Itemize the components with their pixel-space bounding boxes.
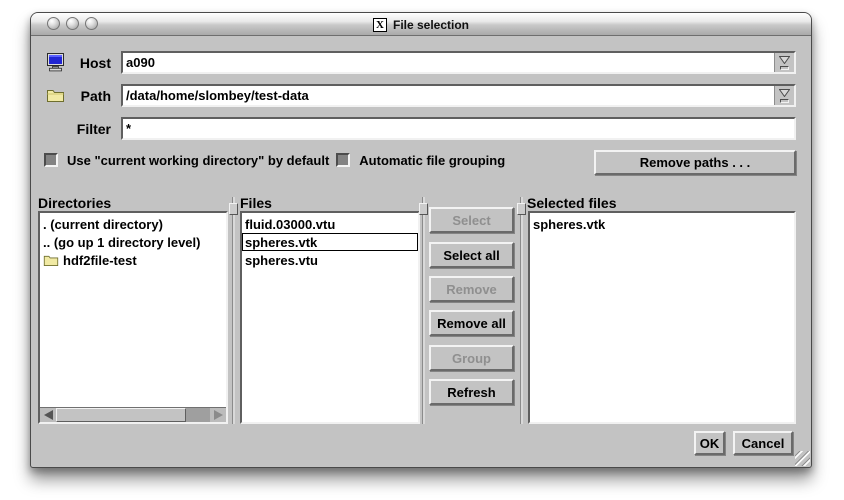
x11-icon: X [373,18,387,32]
file-selection-dialog: X File selection Host [30,12,812,468]
computer-icon [46,53,67,72]
list-item[interactable]: fluid.03000.vtu [242,215,418,233]
ok-button[interactable]: OK [694,431,725,455]
splitter-handle[interactable] [419,203,428,215]
scrollbar-track[interactable] [186,408,210,422]
auto-grouping-label: Automatic file grouping [359,153,505,168]
selected-files-list: spheres.vtk [528,211,796,424]
folder-icon [43,254,59,267]
splitter-handle[interactable] [517,203,526,215]
list-item-selected[interactable]: spheres.vtk [242,233,418,251]
list-item[interactable]: spheres.vtu [242,251,418,269]
filter-input[interactable] [123,119,794,138]
window-title: File selection [393,18,469,32]
horizontal-scrollbar[interactable] [40,407,226,422]
files-label: Files [240,195,272,211]
titlebar[interactable]: X File selection [31,13,811,36]
list-item[interactable]: hdf2file-test [40,251,226,269]
scrollbar-thumb[interactable] [56,408,186,422]
scroll-right-button[interactable] [210,408,226,422]
filter-row: Filter [46,117,796,140]
selected-files-label: Selected files [527,195,617,211]
path-dropdown-button[interactable] [774,86,794,105]
list-item[interactable]: spheres.vtk [530,215,794,233]
files-list: fluid.03000.vtu spheres.vtk spheres.vtu [240,211,420,424]
list-item[interactable]: .. (go up 1 directory level) [40,233,226,251]
splitter[interactable] [232,197,235,424]
host-input[interactable] [123,53,774,72]
use-cwd-checkbox[interactable] [44,153,58,167]
path-label: Path [71,88,121,104]
path-row: Path [46,84,796,107]
host-field-frame [121,51,796,74]
options-row: Use "current working directory" by defau… [44,151,505,169]
host-dropdown-button[interactable] [774,53,794,72]
folder-icon [46,86,67,105]
host-label: Host [71,55,121,71]
refresh-button[interactable]: Refresh [429,379,514,405]
select-button[interactable]: Select [429,207,514,233]
resize-grip[interactable] [795,451,810,466]
filter-field-frame [121,117,796,140]
chevron-down-icon [779,56,790,64]
list-item[interactable]: . (current directory) [40,215,226,233]
path-field-frame [121,84,796,107]
select-all-button[interactable]: Select all [429,242,514,268]
splitter[interactable] [422,197,425,424]
remove-paths-button[interactable]: Remove paths . . . [594,150,796,175]
arrow-right-icon [214,410,223,420]
group-button[interactable]: Group [429,345,514,371]
window-title-area: X File selection [31,13,811,36]
splitter-handle[interactable] [229,203,238,215]
arrow-left-icon [44,410,53,420]
use-cwd-label: Use "current working directory" by defau… [67,153,329,168]
scroll-left-button[interactable] [40,408,56,422]
path-input[interactable] [123,86,774,105]
directories-list: . (current directory) .. (go up 1 direct… [38,211,228,424]
cancel-button[interactable]: Cancel [733,431,793,455]
filter-label: Filter [71,121,121,137]
splitter[interactable] [520,197,523,424]
directories-label: Directories [38,195,111,211]
chevron-down-icon [779,89,790,97]
auto-grouping-checkbox[interactable] [336,153,350,167]
host-row: Host [46,51,796,74]
remove-button[interactable]: Remove [429,276,514,302]
remove-all-button[interactable]: Remove all [429,310,514,336]
